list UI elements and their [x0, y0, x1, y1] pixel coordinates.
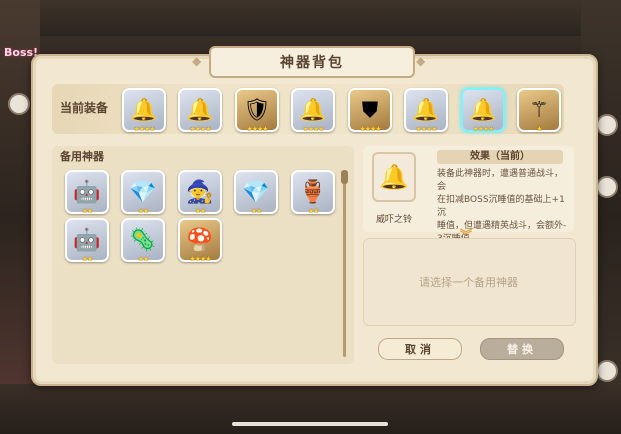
effect-line: 在扣减BOSS沉睡值的基础上+1沉 — [437, 195, 565, 218]
star-rating: ★★ — [137, 207, 150, 215]
reserve-slot[interactable]: 💎 ★★ — [121, 170, 165, 215]
reserve-slot[interactable]: 🍄 ★★★★ — [178, 218, 222, 263]
armor-icon: 🛡 — [243, 97, 271, 123]
ornament-right-icon: ◆ — [416, 54, 426, 68]
background-bottom — [0, 384, 621, 434]
scepter-icon: ⚚ — [529, 97, 549, 123]
round-shield-icon: ⛊ — [361, 97, 379, 123]
star-rating: ★★ — [81, 207, 94, 215]
equipped-slot[interactable]: 🛡 ★★★★ — [235, 88, 279, 133]
reserve-scrollbar[interactable] — [343, 172, 346, 357]
background-top — [0, 0, 621, 36]
equipped-slot[interactable]: 🔔 ★★★★ — [178, 88, 222, 133]
equipped-label: 当前装备 — [60, 101, 109, 115]
reserve-label: 备用神器 — [60, 150, 104, 163]
cancel-button[interactable]: 取消 — [378, 338, 462, 360]
reserve-slot[interactable]: 🤖 ★★ — [65, 170, 109, 215]
bell-icon: 🔔 — [412, 97, 440, 123]
effect-line: 睡值，但遭遇精英战斗，会额外- — [437, 221, 567, 231]
reserve-slot[interactable]: 💎 ★★ — [234, 170, 278, 215]
side-menu-button[interactable] — [596, 114, 618, 136]
selection-hint: 请选择一个备用神器 — [419, 276, 518, 289]
star-rating: ★★★★ — [302, 125, 324, 133]
panel-title: 神器背包 — [209, 46, 415, 78]
crystal-icon: 💎 — [129, 179, 157, 205]
bell-icon: 🔔 — [299, 97, 327, 123]
ornament-left-icon: ◆ — [192, 54, 202, 68]
bell-icon: 🔔 — [372, 152, 416, 202]
reserve-scroll-thumb[interactable] — [341, 170, 348, 184]
equipped-slot[interactable]: 🔔 ★★★★ — [461, 88, 505, 133]
star-rating: ★★★★ — [415, 125, 437, 133]
side-menu-button[interactable] — [596, 360, 618, 382]
star-rating: ★★ — [194, 207, 207, 215]
star-rating: ★★★★ — [189, 125, 211, 133]
mushroom-icon: 🍄 — [186, 227, 214, 253]
slime-icon: 🦠 — [129, 227, 157, 253]
home-indicator[interactable] — [232, 422, 388, 426]
star-rating: ★★ — [137, 255, 150, 263]
star-rating: ★ — [536, 125, 542, 133]
equipped-slot[interactable]: ⚚ ★ — [517, 88, 561, 133]
witch-icon: 🧙 — [186, 179, 214, 205]
star-rating: ★★★★ — [472, 125, 494, 133]
reserve-slot[interactable]: 🧙 ★★ — [178, 170, 222, 215]
equipped-slot[interactable]: 🔔 ★★★★ — [291, 88, 335, 133]
effect-description: 装备此神器时，遭遇普通战斗，会 在扣减BOSS沉睡值的基础上+1沉 睡值，但遭遇… — [437, 168, 567, 246]
bell-icon: 🔔 — [186, 97, 214, 123]
bell-icon: 🔔 — [469, 97, 497, 123]
equipped-slot[interactable]: ⛊ ★★★★ — [348, 88, 392, 133]
effect-header: 效果（当前） — [437, 150, 563, 164]
reserve-slot[interactable]: 🦠 ★★ — [121, 218, 165, 263]
star-rating: ★★ — [307, 207, 320, 215]
star-rating: ★★ — [81, 255, 94, 263]
star-rating: ★★★★ — [246, 125, 268, 133]
crystal-icon: 💎 — [242, 179, 270, 205]
robot-icon: 🤖 — [73, 179, 101, 205]
effect-line: 装备此神器时，遭遇普通战斗，会 — [437, 169, 564, 192]
robot-icon: 🤖 — [73, 227, 101, 253]
vase-icon: 🏺 — [299, 179, 327, 205]
reserve-slot[interactable]: 🤖 ★★ — [65, 218, 109, 263]
replace-button[interactable]: 替换 — [480, 338, 564, 360]
equipped-slot[interactable]: 🔔 ★★★★ — [404, 88, 448, 133]
star-rating: ★★★★ — [359, 125, 381, 133]
info-icon[interactable] — [8, 93, 30, 115]
star-rating: ★★ — [250, 207, 263, 215]
star-rating: ★★★★ — [189, 255, 211, 263]
side-menu-button[interactable] — [596, 176, 618, 198]
reserve-slot[interactable]: 🏺 ★★ — [291, 170, 335, 215]
equipped-slot[interactable]: 🔔 ★★★★ — [122, 88, 166, 133]
artifact-name: 威吓之铃 — [375, 215, 412, 225]
star-rating: ★★★★ — [133, 125, 155, 133]
bell-icon: 🔔 — [130, 97, 158, 123]
